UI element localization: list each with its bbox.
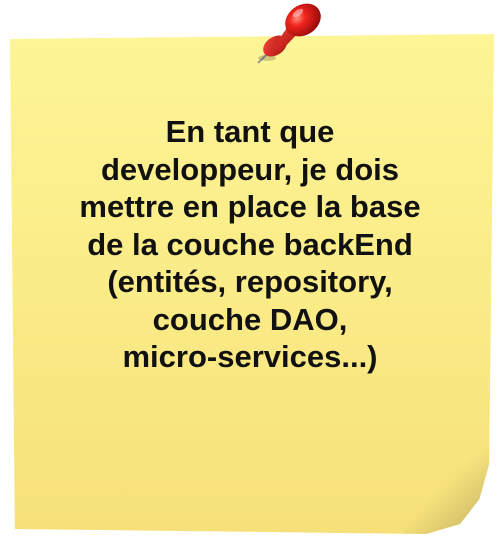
note-line: mettre en place la base [79,189,421,224]
note-text: En tant que developpeur, je dois mettre … [50,113,450,376]
note-line: micro-services...) [122,339,378,374]
note-line: couche DAO, [152,301,348,337]
note-line: En tant que [165,114,335,149]
note-line: (entités, repository, [107,264,393,299]
note-line: developpeur, je dois [100,151,400,187]
note-line: de la couche backEnd [87,226,413,262]
scene: En tant que developpeur, je dois mettre … [0,0,500,541]
pushpin-icon [257,3,321,64]
